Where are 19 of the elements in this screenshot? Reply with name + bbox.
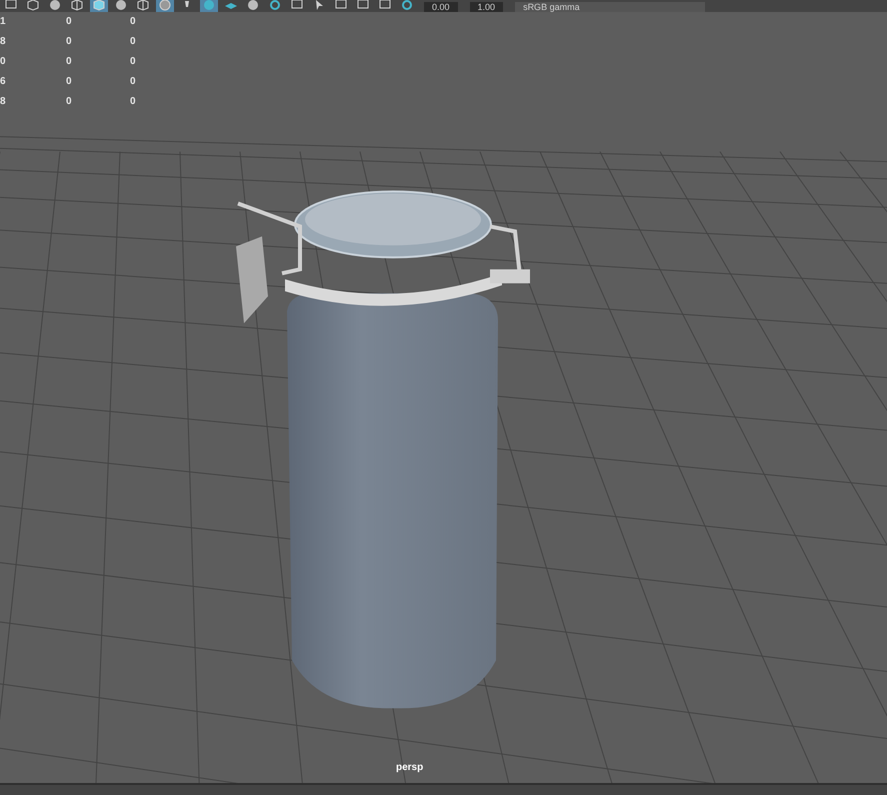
stat-value: 0 bbox=[0, 56, 7, 68]
stat-value: 1 bbox=[0, 16, 7, 28]
stat-value: 0 bbox=[130, 36, 137, 48]
color-space-dropdown[interactable]: sRGB gamma bbox=[515, 2, 706, 12]
stat-value: 0 bbox=[66, 56, 73, 68]
stat-value: 8 bbox=[0, 36, 7, 48]
stat-value: 0 bbox=[66, 16, 73, 28]
stat-value: 0 bbox=[130, 16, 137, 28]
stat-value: 0 bbox=[66, 96, 73, 108]
stat-value: 8 bbox=[0, 96, 7, 108]
exposure-field[interactable]: 0.00 bbox=[424, 2, 458, 12]
stat-value: 0 bbox=[130, 76, 137, 88]
camera-label: persp bbox=[396, 761, 424, 775]
stat-value: 0 bbox=[130, 56, 137, 68]
stat-value: 0 bbox=[66, 36, 73, 48]
stat-value: 0 bbox=[66, 76, 73, 88]
gamma-field[interactable]: 1.00 bbox=[470, 2, 504, 12]
stat-value: 0 bbox=[130, 96, 137, 108]
stat-value: 6 bbox=[0, 76, 7, 88]
